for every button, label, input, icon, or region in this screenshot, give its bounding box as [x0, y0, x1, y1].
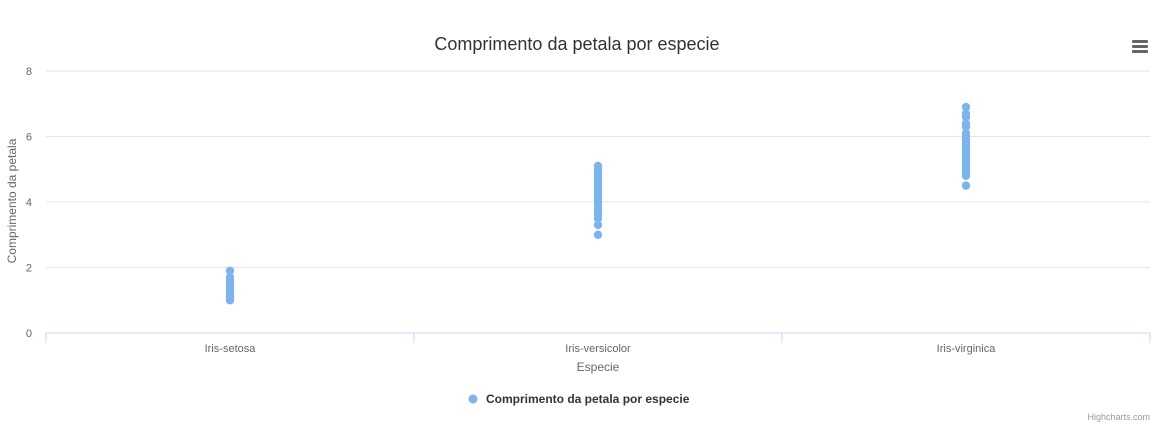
chart-title: Comprimento da petala por especie	[434, 34, 719, 54]
data-point[interactable]	[961, 181, 971, 190]
y-tick-label: 8	[26, 66, 32, 78]
data-point[interactable]	[593, 230, 603, 239]
credits-link[interactable]: Highcharts.com	[1087, 412, 1150, 422]
y-tick-label: 6	[26, 132, 32, 144]
x-tick-label: Iris-setosa	[205, 343, 257, 355]
x-axis-title: Especie	[577, 360, 620, 374]
x-tick-label: Iris-virginica	[937, 343, 997, 355]
hamburger-menu-icon	[1132, 45, 1148, 48]
x-tick-label: Iris-versicolor	[565, 343, 631, 355]
y-tick-label: 0	[26, 328, 32, 340]
hamburger-menu-icon	[1132, 50, 1148, 53]
legend-item-label[interactable]: Comprimento da petala por especie	[486, 392, 690, 406]
data-point[interactable]	[961, 102, 971, 112]
legend-marker[interactable]	[468, 394, 478, 404]
legend[interactable]: Comprimento da petala por especie	[468, 392, 690, 406]
y-tick-label: 2	[26, 263, 32, 275]
scatter-series[interactable]	[225, 102, 971, 305]
x-axis: Iris-setosa Iris-versicolor Iris-virginica	[45, 332, 1151, 355]
chart-menu-button[interactable]	[1126, 34, 1152, 58]
y-axis-ticks: 0 2 4 6 8	[26, 66, 32, 340]
y-axis-title: Comprimento da petala	[5, 138, 19, 263]
hamburger-menu-icon	[1132, 40, 1148, 43]
data-point[interactable]	[593, 161, 603, 171]
chart-canvas: Comprimento da petala por especie 02468 …	[5, 34, 1151, 422]
y-tick-label: 4	[26, 197, 32, 209]
data-point[interactable]	[225, 266, 235, 275]
